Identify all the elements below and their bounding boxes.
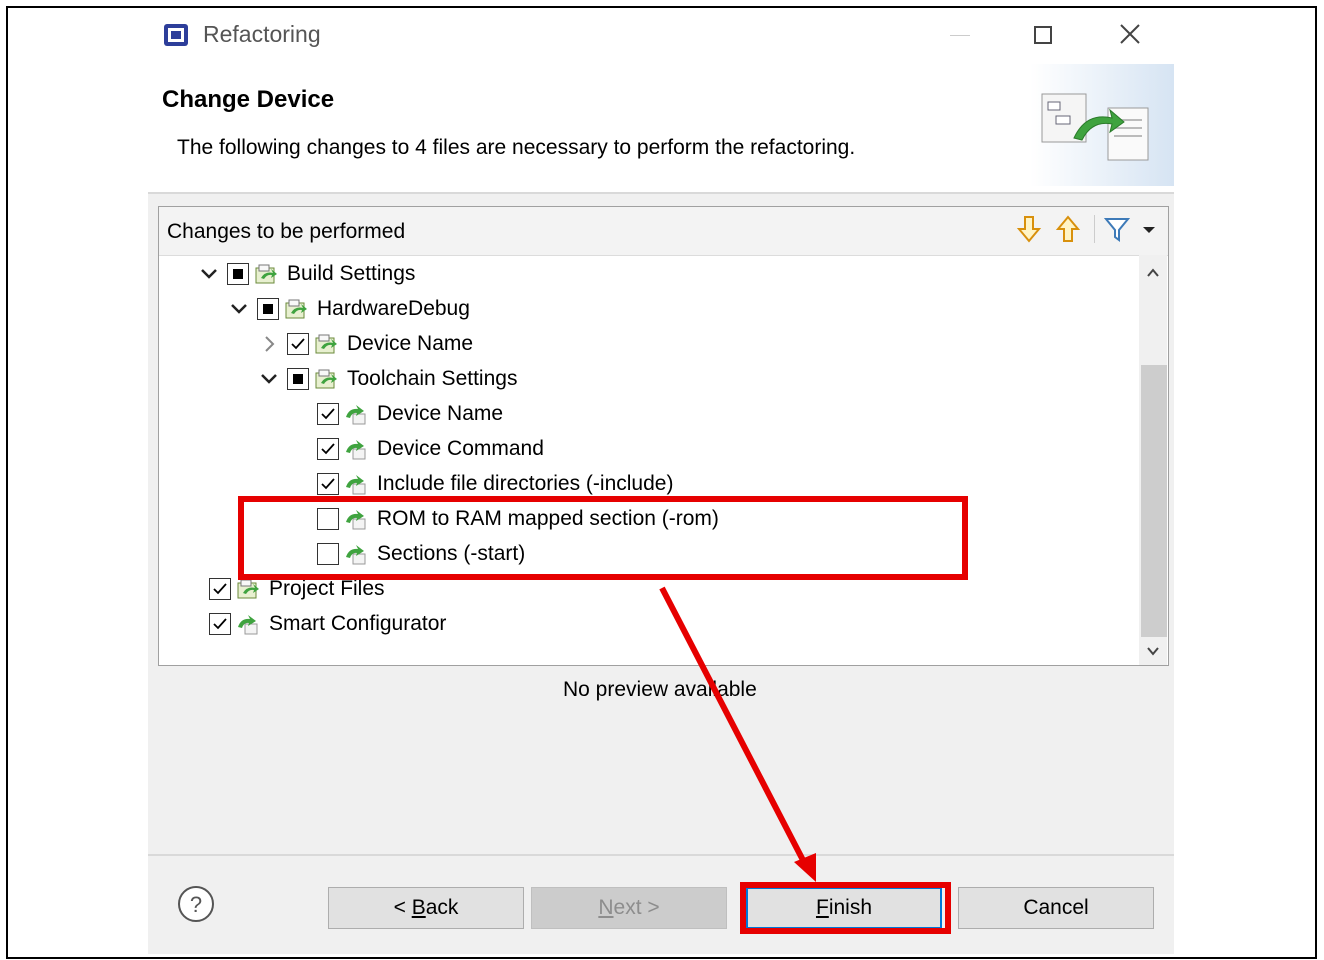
tree-checkbox[interactable] <box>317 402 339 425</box>
tree-checkbox[interactable] <box>317 437 339 460</box>
highlight-finish-button <box>740 882 951 934</box>
tree-item-label: Project Files <box>269 576 385 600</box>
change-icon <box>238 614 258 634</box>
dropdown-icon[interactable] <box>1139 214 1159 244</box>
svg-text:?: ? <box>190 892 202 917</box>
tree-item-smart-configurator[interactable]: Smart Configurator <box>203 606 446 641</box>
page-description: The following changes to 4 files are nec… <box>177 136 856 159</box>
arrow-down-icon[interactable] <box>1015 214 1043 244</box>
checkmark-icon <box>321 407 335 419</box>
tree-item-label: Smart Configurator <box>269 611 447 635</box>
tree-item-label: Build Settings <box>287 261 416 285</box>
tree-item-label: Device Command <box>377 436 544 460</box>
back-button[interactable]: < Back <box>328 887 524 929</box>
checkmark-icon <box>321 442 335 454</box>
tree-item-label: HardwareDebug <box>317 296 470 320</box>
tree-item-label: Toolchain Settings <box>347 366 518 390</box>
changes-tree-panel: Changes to be performed Build Settings H… <box>158 206 1169 666</box>
tree-checkbox[interactable] <box>209 577 231 600</box>
tree-checkbox[interactable] <box>227 262 249 285</box>
back-label: ack <box>425 896 459 919</box>
highlight-unchecked-items <box>238 496 968 580</box>
refactoring-wizard-icon <box>1030 64 1174 186</box>
change-icon <box>346 404 366 424</box>
folder-change-icon <box>237 579 259 598</box>
next-label: ext > <box>613 896 660 919</box>
change-icon <box>346 439 366 459</box>
folder-change-icon <box>255 264 277 283</box>
page-title: Change Device <box>162 86 335 113</box>
scroll-down-icon[interactable] <box>1145 643 1161 659</box>
scrollbar-thumb[interactable] <box>1141 365 1167 637</box>
changes-panel-header: Changes to be performed <box>159 207 1168 256</box>
tree-checkbox[interactable] <box>317 472 339 495</box>
preview-message: No preview available <box>563 678 757 701</box>
window-title: Refactoring <box>203 21 321 47</box>
back-prefix: < <box>393 896 412 919</box>
chevron-down-icon[interactable] <box>197 262 221 286</box>
tree-item-label: Device Name <box>347 331 474 355</box>
tree-checkbox[interactable] <box>257 297 279 320</box>
chevron-right-icon[interactable] <box>257 332 281 356</box>
checkmark-icon <box>321 477 335 489</box>
vertical-scrollbar[interactable] <box>1139 255 1167 665</box>
filter-icon[interactable] <box>1103 214 1131 244</box>
next-button[interactable]: Next > <box>531 887 727 929</box>
tree-checkbox[interactable] <box>287 332 309 355</box>
folder-change-icon <box>315 369 337 388</box>
tree-item-build-settings[interactable]: Build Settings <box>197 256 415 291</box>
cancel-button[interactable]: Cancel <box>958 887 1154 929</box>
tree-checkbox[interactable] <box>209 612 231 635</box>
tree-item-label: Device Name <box>377 401 504 425</box>
tree-item-device-name[interactable]: Device Name <box>287 396 503 431</box>
chevron-down-icon[interactable] <box>257 367 281 391</box>
folder-change-icon <box>285 299 307 318</box>
back-mnemonic: B <box>411 896 426 919</box>
chevron-down-icon[interactable] <box>227 297 251 321</box>
tree-checkbox[interactable] <box>287 367 309 390</box>
checkmark-icon <box>213 617 227 629</box>
scroll-up-icon[interactable] <box>1145 265 1161 281</box>
help-icon[interactable]: ? <box>177 885 215 923</box>
tree-item-hardwaredebug[interactable]: HardwareDebug <box>227 291 470 326</box>
tree-item-toolchain-settings[interactable]: Toolchain Settings <box>257 361 517 396</box>
maximize-button[interactable] <box>1034 26 1052 44</box>
toolbar-separator <box>1094 215 1095 243</box>
folder-change-icon <box>315 334 337 353</box>
cancel-label: Cancel <box>1023 896 1089 919</box>
tree-item-device-command[interactable]: Device Command <box>287 431 544 466</box>
checkmark-icon <box>213 582 227 594</box>
title-bar: Refactoring <box>148 10 1174 58</box>
change-icon <box>346 474 366 494</box>
app-icon <box>164 24 188 46</box>
arrow-up-icon[interactable] <box>1054 214 1082 244</box>
tree-item-device-name-group[interactable]: Device Name <box>257 326 473 361</box>
close-icon[interactable] <box>1118 22 1142 46</box>
changes-panel-title: Changes to be performed <box>167 220 406 243</box>
checkmark-icon <box>291 337 305 349</box>
minimize-button[interactable] <box>950 35 970 36</box>
next-mnemonic: N <box>598 896 614 919</box>
tree-item-label: Include file directories (-include) <box>377 471 674 495</box>
